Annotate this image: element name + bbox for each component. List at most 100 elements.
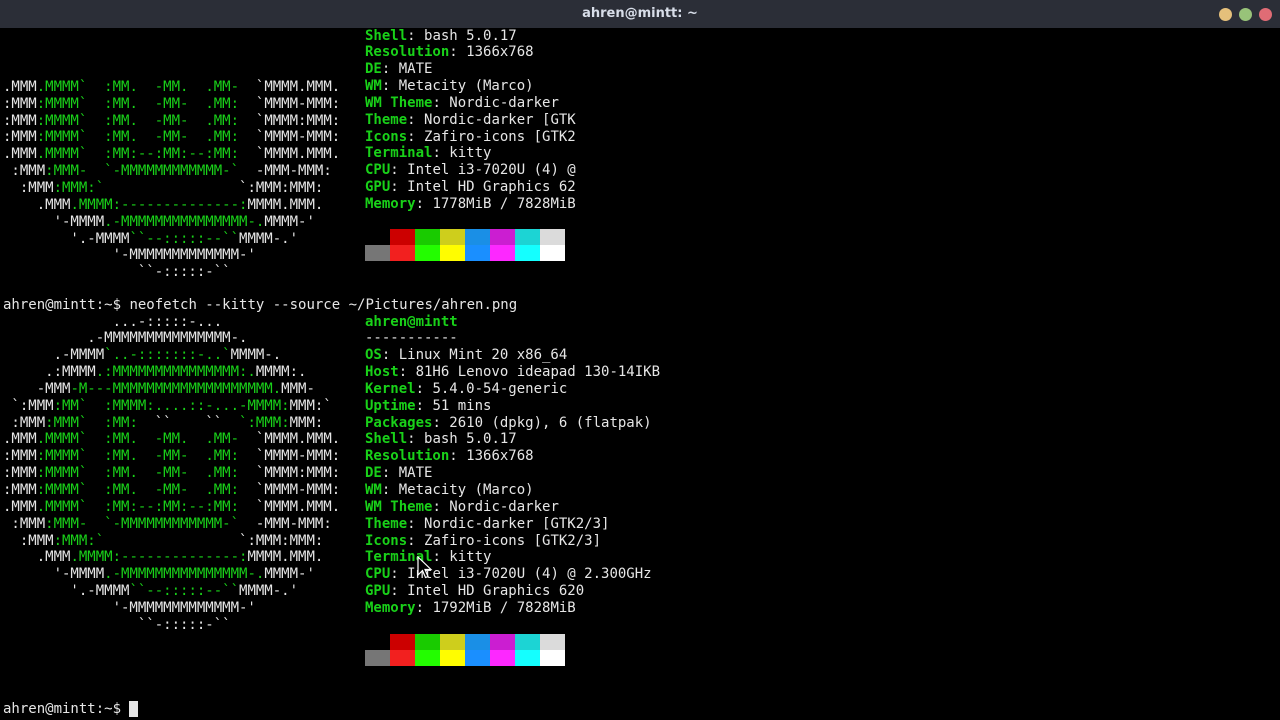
info-key: Theme [365, 111, 408, 128]
logo-fragment: ``-:::::-`` [3, 264, 231, 281]
color-swatch [490, 229, 515, 245]
color-palette-row [365, 634, 565, 650]
color-swatch [515, 245, 540, 261]
logo-fragment: MMM:` [289, 397, 332, 414]
logo-fragment: :MM. [104, 448, 138, 465]
logo-fragment: ``-:::::-`` [3, 616, 231, 633]
logo-line: :MMM:MMMM` :MM. -MM- .MM: `MMMM-MMM: [3, 448, 340, 465]
color-swatch [540, 650, 565, 666]
info-key: WM Theme [365, 94, 433, 111]
color-palette-row [365, 245, 565, 261]
info-key: DE [365, 61, 382, 78]
logo-fragment: :MMM- [45, 515, 88, 532]
color-swatch [465, 229, 490, 245]
info-value: Intel HD Graphics 620 [407, 583, 585, 600]
logo-line: '.-MMMM``--:::::--``MMMM-.' [3, 231, 298, 248]
info-row: Shell: bash 5.0.17 [365, 431, 517, 448]
logo-fragment: MMMM-.' [239, 230, 299, 247]
info-value: kitty [449, 549, 492, 566]
terminal-output[interactable]: .MMM.MMMM` :MM. -MM. .MM- `MMMM.MMM.:MMM… [0, 28, 1280, 720]
logo-fragment: .:MMMMMMMMMMMMMMM:. [95, 364, 256, 381]
info-value: 1778MiB / 7828MiB [432, 196, 576, 212]
logo-fragment: .-MMMM [3, 347, 105, 364]
logo-fragment [87, 516, 104, 532]
info-colon: : [381, 465, 399, 482]
info-colon: : [381, 78, 399, 95]
info-key: WM [365, 482, 382, 498]
command-line: ahren@mintt:~$ neofetch --kitty --source… [3, 297, 517, 314]
close-button[interactable] [1259, 8, 1272, 21]
logo-fragment: `MMMM-MMM: [255, 129, 341, 146]
logo-fragment: .MMMM` [36, 498, 88, 515]
shell-prompt: ahren@mintt:~$ [3, 296, 130, 313]
logo-fragment: .MM: [205, 129, 240, 146]
logo-fragment: :MMMM` [36, 129, 88, 146]
color-swatch [365, 229, 390, 245]
logo-fragment [239, 96, 256, 112]
info-row: WM: Metacity (Marco) [365, 482, 534, 499]
info-row: WM: Metacity (Marco) [365, 78, 534, 95]
logo-fragment: :MMM- [45, 163, 88, 180]
logo-line: ``-:::::-`` [3, 264, 231, 281]
color-swatch [465, 245, 490, 261]
logo-fragment: ``--:::::--`` [129, 230, 240, 247]
color-swatch [390, 229, 415, 245]
info-colon: : [407, 431, 425, 448]
color-swatch [540, 634, 565, 650]
logo-fragment: :MMM:` [53, 180, 105, 196]
logo-line: :MMM:MMM:` `:MMM:MMM: [3, 533, 323, 550]
logo-fragment: :MMMM` [36, 448, 88, 465]
info-colon: : [415, 380, 433, 397]
info-row: DE: MATE [365, 465, 432, 482]
logo-fragment [87, 415, 104, 431]
user-host-header: ahren@mintt [365, 314, 458, 331]
logo-fragment: .MMMM` [36, 146, 88, 163]
info-colon: : [432, 549, 450, 566]
logo-fragment: :MM. [104, 129, 138, 146]
logo-fragment: :MM. [104, 431, 138, 448]
window-title: ahren@mintt: ~ [582, 6, 698, 21]
logo-fragment: `:MMM: [239, 414, 290, 431]
color-swatch [415, 245, 440, 261]
info-value: 5.4.0-54-generic [432, 380, 568, 397]
logo-fragment [239, 448, 256, 464]
logo-fragment: MMMM.MMM. [247, 196, 324, 213]
info-colon: : [432, 498, 450, 515]
logo-fragment: .MM: [205, 95, 240, 112]
logo-fragment: `:MMM [3, 397, 54, 414]
info-key: Host [365, 364, 399, 381]
info-key: Icons [365, 532, 408, 549]
logo-fragment: :MMM [3, 532, 54, 549]
info-row: Uptime: 51 mins [365, 398, 491, 415]
info-row: WM Theme: Nordic-darker [365, 95, 559, 112]
info-key: Resolution [365, 448, 450, 465]
logo-fragment [87, 448, 104, 464]
info-row: Terminal: kitty [365, 145, 491, 162]
minimize-button[interactable] [1219, 8, 1232, 21]
info-key: DE [365, 465, 382, 482]
logo-fragment [138, 113, 155, 129]
info-value: Intel i3-7020U (4) @ 2.300GHz [407, 566, 652, 583]
logo-fragment: .MMM [3, 549, 71, 566]
info-value: 81H6 Lenovo ideapad 130-14IKB [415, 364, 661, 381]
logo-line: .-MMMM`..-:::::::-..`MMMM-. [3, 347, 282, 364]
logo-fragment [87, 146, 104, 162]
logo-fragment: `MMMM-MMM: [255, 448, 341, 465]
logo-line: ...-:::::-... [3, 314, 223, 331]
info-value: 1366x768 [466, 44, 534, 61]
logo-fragment: :MMM [3, 515, 46, 532]
info-key: CPU [365, 566, 391, 583]
logo-fragment: :MMM [3, 448, 37, 465]
logo-fragment: :MM` [53, 397, 88, 414]
info-value: MATE [398, 61, 433, 78]
logo-fragment [138, 96, 155, 112]
info-key: Terminal [365, 145, 433, 162]
window-titlebar[interactable]: ahren@mintt: ~ [0, 0, 1280, 28]
logo-fragment [138, 431, 155, 447]
final-prompt-line: ahren@mintt:~$ [3, 701, 139, 718]
logo-fragment: .:MMMM [3, 364, 96, 381]
maximize-button[interactable] [1239, 8, 1252, 21]
logo-fragment [239, 499, 256, 515]
logo-line: :MMM:MMMM` :MM. -MM- .MM: `MMMM-MMM: [3, 129, 340, 146]
logo-line: :MMM:MMMM` :MM. -MM- .MM: `MMMM:MMM: [3, 113, 340, 130]
